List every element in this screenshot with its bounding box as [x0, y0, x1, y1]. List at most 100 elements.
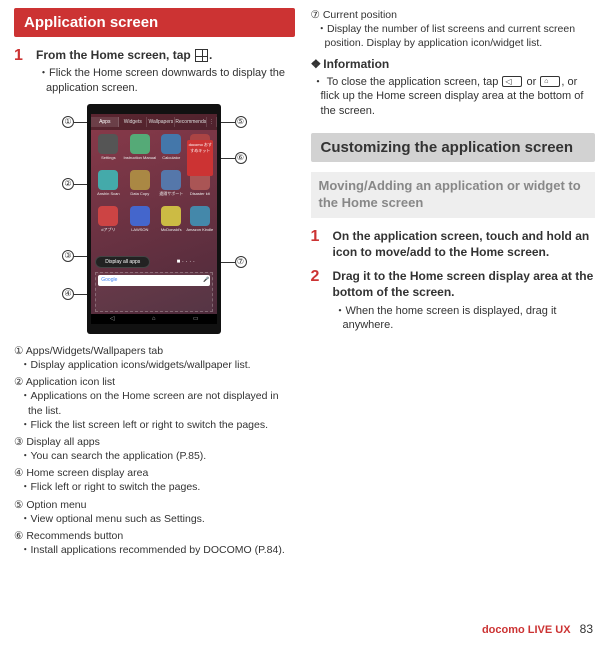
callout-item-sub: Install applications recommended by DOCO… — [14, 543, 295, 557]
section-header-customizing: Customizing the application screen — [311, 133, 596, 162]
callout-6: ⑥ — [235, 152, 247, 164]
app-icon-image — [161, 170, 181, 190]
app-icon-label: Instruction Manual — [123, 155, 156, 160]
callout-item-sub: Applications on the Home screen are not … — [14, 389, 295, 417]
app-icon: Settings — [95, 134, 121, 168]
app-icon-image — [130, 134, 150, 154]
app-icon: Instruction Manual — [123, 134, 156, 168]
phone-navbar: ◁ ⌂ ▭ — [91, 314, 217, 324]
step-title-text-a: From the Home screen, tap — [36, 48, 194, 62]
apps-grid-icon — [195, 49, 208, 62]
right-step-1: 1 On the application screen, touch and h… — [311, 228, 596, 260]
app-icon: Calculator — [158, 134, 184, 168]
callout-item: Recommends buttonInstall applications re… — [14, 529, 295, 557]
home-display-area: Google 🎤 — [95, 272, 213, 312]
app-icon-image — [130, 170, 150, 190]
info-text-a: To close the application screen, tap — [327, 76, 502, 88]
app-icon-label: 遠隔サポート — [158, 191, 184, 197]
google-logo-text: Google — [101, 277, 117, 283]
app-icon-label: Data Copy — [123, 191, 156, 196]
step-1: 1 From the Home screen, tap . Flick the … — [14, 47, 295, 96]
callout-item-sub: Display application icons/widgets/wallpa… — [14, 358, 295, 372]
app-icon: LAWSON — [123, 206, 156, 240]
app-icon-image — [190, 206, 210, 226]
step-title: From the Home screen, tap . — [36, 47, 295, 63]
item-7: Current position Display the number of l… — [311, 8, 596, 51]
app-icon-image — [98, 206, 118, 226]
phone-tabs: Apps Widgets Wallpapers Recommends ⋮ — [91, 114, 217, 130]
callout-item-title: Option menu — [14, 499, 86, 511]
app-icon-label: Disaster kit — [186, 191, 213, 196]
app-icon: Data Copy — [123, 170, 156, 204]
app-icon-image — [98, 170, 118, 190]
footer-brand: docomo LIVE UX — [482, 624, 571, 636]
phone-screen: Apps Widgets Wallpapers Recommends ⋮ Set… — [91, 114, 217, 324]
step-title: Drag it to the Home screen display area … — [333, 268, 596, 300]
footer-page-number: 83 — [580, 622, 593, 636]
callout-item-title: Apps/Widgets/Wallpapers tab — [14, 345, 163, 357]
callout-item: Display all appsYou can search the appli… — [14, 435, 295, 463]
tab-recommends: Recommends — [175, 117, 207, 127]
callout-3: ③ — [62, 250, 74, 262]
app-icon-image — [161, 206, 181, 226]
step-number: 1 — [14, 47, 36, 96]
information-heading: Information — [311, 57, 596, 71]
app-icon-label: Amazon Kindle — [186, 227, 213, 232]
phone-illustration: ① ② ③ ④ ⑤ ⑥ ⑦ Apps Widgets Wallpapers Re… — [14, 104, 295, 334]
google-search-bar: Google 🎤 — [98, 275, 210, 286]
callout-item-title: Application icon list — [14, 376, 115, 388]
app-icon: McDonald's — [158, 206, 184, 240]
app-icon: 遠隔サポート — [158, 170, 184, 204]
tab-apps: Apps — [91, 117, 119, 127]
callout-descriptions: Apps/Widgets/Wallpapers tabDisplay appli… — [14, 344, 295, 557]
app-icon-image — [161, 134, 181, 154]
nav-home-icon: ⌂ — [152, 316, 156, 322]
callout-item-title: Display all apps — [14, 436, 100, 448]
tab-wallpapers: Wallpapers — [147, 117, 175, 127]
callout-item: Option menuView optional menu such as Se… — [14, 498, 295, 526]
nav-back-icon: ◁ — [110, 315, 115, 322]
callout-5: ⑤ — [235, 116, 247, 128]
app-icon: Amazon Kindle — [186, 206, 213, 240]
section-header-application-screen: Application screen — [14, 8, 295, 37]
item-7-sub: Display the number of list screens and c… — [311, 22, 596, 50]
app-icon: dアプリ — [95, 206, 121, 240]
page-footer: docomo LIVE UX 83 — [482, 622, 593, 636]
callout-item: Apps/Widgets/Wallpapers tabDisplay appli… — [14, 344, 295, 372]
phone-frame: Apps Widgets Wallpapers Recommends ⋮ Set… — [87, 104, 221, 334]
step-number: 1 — [311, 228, 333, 260]
app-icon-label: Calculator — [158, 155, 184, 160]
tab-widgets: Widgets — [119, 117, 147, 127]
app-icon-label: dアプリ — [95, 227, 121, 233]
right-step-2: 2 Drag it to the Home screen display are… — [311, 268, 596, 333]
callout-item-sub: Flick left or right to switch the pages. — [14, 480, 295, 494]
callout-item-title: Recommends button — [14, 530, 123, 542]
callout-2: ② — [62, 178, 74, 190]
app-icon-label: Settings — [95, 155, 121, 160]
callout-item-sub: View optional menu such as Settings. — [14, 512, 295, 526]
tab-menu-icon: ⋮ — [207, 117, 217, 127]
back-key-icon: ◁ — [502, 76, 522, 87]
callout-item-sub: Flick the list screen left or right to s… — [14, 418, 295, 432]
step-title: On the application screen, touch and hol… — [333, 228, 596, 260]
display-all-apps-button: Display all apps — [95, 256, 150, 268]
step-number: 2 — [311, 268, 333, 333]
callout-7: ⑦ — [235, 256, 247, 268]
item-7-title: Current position — [311, 9, 397, 21]
callout-item: Home screen display areaFlick left or ri… — [14, 466, 295, 494]
recommends-pill: docomo おすすめキット — [187, 140, 213, 176]
step-subtext: Flick the Home screen downwards to displ… — [36, 66, 295, 96]
mic-icon: 🎤 — [203, 277, 207, 283]
subsection-moving-adding: Moving/Adding an application or widget t… — [311, 172, 596, 218]
information-text: To close the application screen, tap ◁ o… — [311, 75, 596, 120]
nav-recent-icon: ▭ — [193, 315, 199, 322]
position-indicator: ■ · · · · — [154, 259, 217, 265]
step-subtext: When the home screen is displayed, drag … — [333, 304, 596, 334]
callout-item-title: Home screen display area — [14, 467, 148, 479]
callout-1: ① — [62, 116, 74, 128]
callout-4: ④ — [62, 288, 74, 300]
callout-item: Application icon listApplications on the… — [14, 375, 295, 432]
app-icon-image — [130, 206, 150, 226]
app-icon-image — [98, 134, 118, 154]
home-key-icon: ⌂ — [540, 76, 560, 87]
